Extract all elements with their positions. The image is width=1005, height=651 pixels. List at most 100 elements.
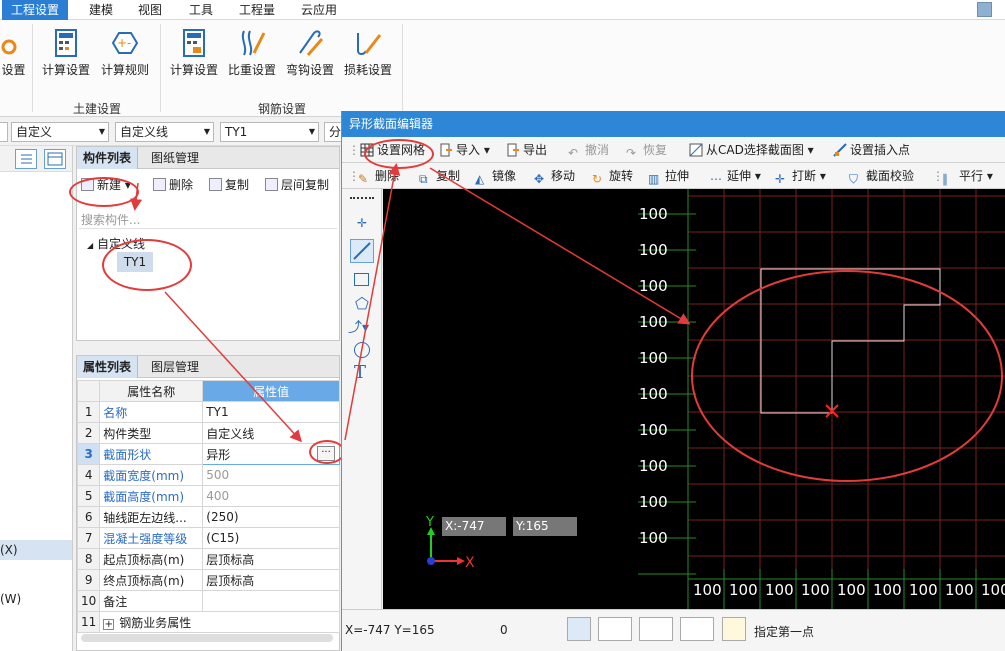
status-coordinates: X=-747 Y=165 bbox=[345, 623, 435, 637]
civil-calc-rules-button[interactable]: +- 计算规则 bbox=[94, 24, 156, 84]
component-select[interactable]: TY1 ▼ bbox=[220, 122, 319, 142]
list-view-icon[interactable] bbox=[15, 149, 37, 169]
expand-icon[interactable]: + bbox=[103, 618, 115, 630]
left-strip-item-w[interactable]: (W) bbox=[0, 589, 72, 609]
copy-shape-button[interactable]: ⧉ 复制 bbox=[419, 167, 460, 186]
text-tool-icon[interactable]: T bbox=[354, 362, 374, 383]
frame-snap-dropdown-icon[interactable] bbox=[598, 617, 632, 641]
table-row[interactable]: 8 起点顶标高(m) 层顶标高 bbox=[76, 548, 340, 570]
rebar-calc-settings-button[interactable]: 计算设置 bbox=[163, 24, 225, 84]
circle-tool-icon[interactable] bbox=[354, 342, 370, 358]
grid-col-label: 100 bbox=[873, 581, 902, 599]
grid-col-label: 100 bbox=[981, 581, 1005, 599]
rebar-hook-icon bbox=[299, 30, 324, 56]
grid-row-label: 100 bbox=[639, 313, 668, 331]
canvas-grid-svg: 100 100 100 100 100 100 100 100 100 100 100 100 100… bbox=[425, 189, 1005, 609]
horizontal-scrollbar[interactable] bbox=[81, 634, 333, 642]
ribbon: 设置 计算设置 +- 计算规则 土建设置 计算设置 比重设置 弯钩设置 损耗设置… bbox=[0, 20, 1005, 117]
table-row[interactable]: 4 截面宽度(mm) 500 bbox=[76, 464, 340, 486]
cad-select-section-button[interactable]: 从CAD选择截面图 ▾ bbox=[689, 141, 814, 159]
menu-quantities[interactable]: 工程量 bbox=[230, 0, 284, 20]
delete-icon bbox=[153, 178, 166, 191]
rebar-loss-icon bbox=[357, 33, 382, 55]
floor-copy-button[interactable]: 层间复制 bbox=[265, 175, 329, 195]
tab-property-list[interactable]: 属性列表 bbox=[77, 356, 139, 378]
parallel-button[interactable]: ∥ 平行 ▾ bbox=[942, 167, 993, 186]
menu-cloud[interactable]: 云应用 bbox=[292, 0, 346, 20]
delete-component-button[interactable]: 删除 bbox=[153, 175, 193, 195]
section-shape-outline bbox=[760, 268, 941, 414]
table-row[interactable]: 9 终点顶标高(m) 层顶标高 bbox=[76, 569, 340, 591]
snap-toggle-icon[interactable] bbox=[567, 617, 591, 641]
line-tool-icon[interactable] bbox=[350, 239, 374, 263]
menu-view[interactable]: 视图 bbox=[129, 0, 171, 20]
rebar-settings-group-label: 钢筋设置 bbox=[258, 102, 307, 116]
partial-settings-button[interactable]: 设置 bbox=[0, 24, 32, 84]
rectangle-tool-icon[interactable] bbox=[354, 273, 369, 286]
partial-selector[interactable] bbox=[0, 122, 8, 142]
rebar-loss-settings-button[interactable]: 损耗设置 bbox=[337, 24, 399, 84]
menu-project-settings[interactable]: 工程设置 bbox=[2, 0, 69, 20]
dotted-line-icon[interactable] bbox=[350, 197, 374, 199]
stretch-button[interactable]: ▥ 拉伸 bbox=[648, 167, 689, 186]
view-toggle-bar bbox=[0, 146, 72, 172]
grid-row-label: 100 bbox=[639, 529, 668, 547]
copy-component-button[interactable]: 复制 bbox=[209, 175, 249, 195]
rebar-density-settings-button[interactable]: 比重设置 bbox=[221, 24, 283, 84]
export-button[interactable]: 导出 bbox=[506, 141, 547, 159]
section-check-button[interactable]: ⛉ 截面校验 bbox=[849, 167, 914, 186]
table-row[interactable]: 11 + 钢筋业务属性 bbox=[76, 611, 340, 633]
grid-row-label: 100 bbox=[639, 277, 668, 295]
grid-col-label: 100 bbox=[729, 581, 758, 599]
set-insert-point-button[interactable]: 设置插入点 bbox=[833, 141, 910, 159]
menu-modeling[interactable]: 建模 bbox=[80, 0, 122, 20]
category-select[interactable]: 自定义 ▼ bbox=[11, 122, 109, 142]
undo-button[interactable]: ↶ 撤消 bbox=[568, 141, 609, 160]
point-tool-icon[interactable]: ✛ bbox=[352, 216, 372, 236]
table-row[interactable]: 1 名称 TY1 bbox=[76, 401, 340, 423]
left-strip-item-x[interactable]: (X) bbox=[0, 540, 72, 560]
table-row[interactable]: 2 构件类型 自定义线 bbox=[76, 422, 340, 444]
table-row[interactable]: 7 混凝土强度等级 (C15) bbox=[76, 527, 340, 549]
svg-text:+-: +- bbox=[117, 36, 131, 50]
tab-drawing-management[interactable]: 图纸管理 bbox=[145, 147, 205, 169]
plus-minus-icon: +- bbox=[111, 32, 139, 54]
rebar-hook-settings-button[interactable]: 弯钩设置 bbox=[279, 24, 341, 84]
mirror-button[interactable]: ◭ 镜像 bbox=[475, 167, 516, 186]
table-row[interactable]: 6 轴线距左边线... (250) bbox=[76, 506, 340, 528]
annotation-circle-ty1 bbox=[102, 239, 192, 291]
ortho-dropdown-icon[interactable] bbox=[639, 617, 673, 641]
table-header-row: 属性名称 属性值 bbox=[76, 380, 340, 402]
extend-button[interactable]: ⋯ 延伸 ▾ bbox=[710, 167, 761, 186]
shape-section-editor-dialog: 异形截面编辑器 ⋮ 设置网格 导入 ▾ 导出 ↶ 撤消 ↷ 恢复 从CAD选择截面图… bbox=[341, 111, 1005, 651]
hint-icon[interactable] bbox=[722, 617, 746, 641]
component-search-input[interactable]: 搜索构件... bbox=[79, 211, 337, 229]
calculator-icon bbox=[55, 29, 77, 57]
table-row[interactable]: 10 备注 bbox=[76, 590, 340, 612]
type-select[interactable]: 自定义线 ▼ bbox=[115, 122, 214, 142]
user-avatar-icon[interactable] bbox=[977, 2, 992, 17]
arc-tool-icon[interactable]: ⤴▾ bbox=[348, 317, 378, 337]
rotate-button[interactable]: ↻ 旋转 bbox=[592, 167, 633, 186]
import-button[interactable]: 导入 ▾ bbox=[439, 141, 490, 159]
menu-tools[interactable]: 工具 bbox=[180, 0, 222, 20]
redo-button[interactable]: ↷ 恢复 bbox=[626, 141, 667, 160]
civil-calc-settings-button[interactable]: 计算设置 bbox=[35, 24, 97, 84]
grid-col-label: 100 bbox=[945, 581, 974, 599]
delete-shape-button[interactable]: ✎ 删除 bbox=[358, 167, 399, 186]
calculator-icon bbox=[183, 29, 205, 57]
drawing-canvas[interactable]: 100 100 100 100 100 100 100 100 100 100 100 100 100… bbox=[383, 189, 1005, 609]
polygon-tool-icon[interactable]: ⬠ bbox=[352, 294, 372, 314]
display-dropdown-icon[interactable] bbox=[680, 617, 714, 641]
editor-toolbar-2: ⋮ ✎ 删除 ⧉ 复制 ◭ 镜像 ✥ 移动 ↻ 旋转 ▥ 拉伸 ⋯ 延伸 ▾ ✛ 打断 ▾ ⛉ 截… bbox=[342, 163, 1005, 189]
tab-component-list[interactable]: 构件列表 bbox=[77, 147, 139, 169]
tab-layer-management[interactable]: 图层管理 bbox=[145, 356, 205, 378]
ribbon-separator bbox=[32, 24, 33, 112]
table-row[interactable]: 5 截面高度(mm) 400 bbox=[76, 485, 340, 507]
move-button[interactable]: ✥ 移动 bbox=[534, 167, 575, 186]
redo-icon: ↷ bbox=[626, 146, 637, 160]
table-row-selected[interactable]: 3 截面形状 异形 ··· bbox=[76, 443, 340, 465]
break-button[interactable]: ✛ 打断 ▾ bbox=[775, 167, 826, 186]
move-icon: ✥ bbox=[534, 172, 545, 186]
table-view-icon[interactable] bbox=[44, 149, 66, 169]
